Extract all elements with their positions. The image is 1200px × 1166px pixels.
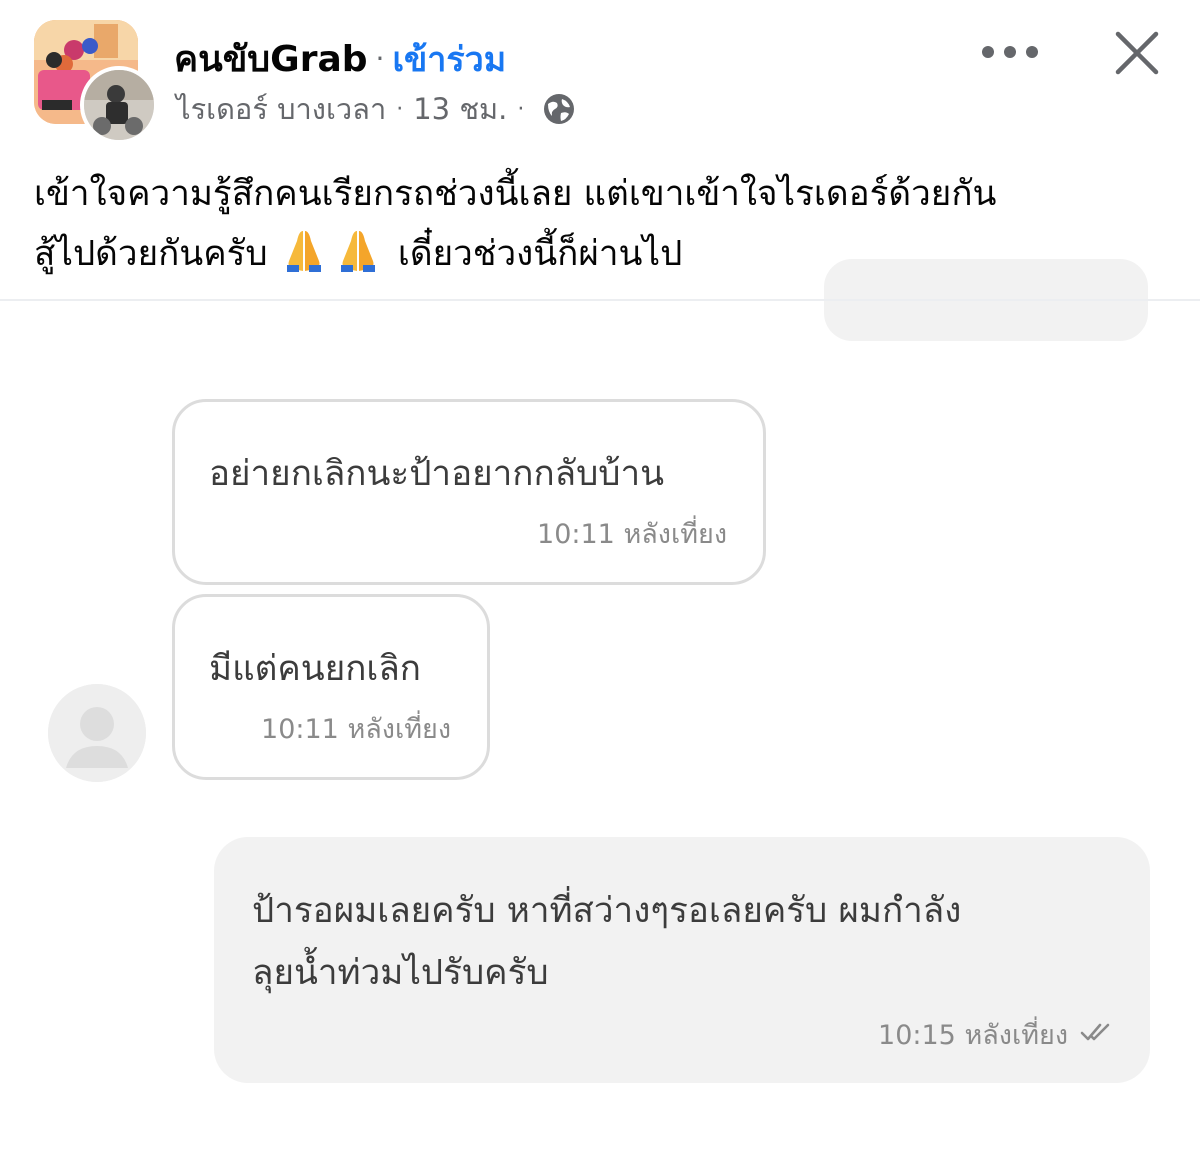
message-text: ป้ารอผมเลยครับ หาที่สว่างๆรอเลยครับ ผมกำ… xyxy=(252,891,962,931)
double-check-icon xyxy=(1080,1023,1110,1041)
message-time: 10:15 หลังเที่ยง xyxy=(878,1020,1068,1051)
author-avatar[interactable] xyxy=(80,66,158,144)
post-text-fragment: สู้ไปด้วยกันครับ xyxy=(34,234,268,274)
message-bubble-incoming[interactable]: อย่ายกเลิกนะป้าอยากกลับบ้าน 10:11 หลังเท… xyxy=(172,399,766,585)
message-text: อย่ายกเลิกนะป้าอยากกลับบ้าน xyxy=(209,454,665,494)
message-time: 10:11 หลังเที่ยง xyxy=(261,714,451,745)
post-text-line: เข้าใจความรู้สึกคนเรียกรถช่วงนี้เลย แต่เ… xyxy=(34,174,997,214)
folded-hands-icon xyxy=(286,231,321,272)
group-name[interactable]: คนขับGrab xyxy=(174,30,368,87)
author-avatar-photo xyxy=(84,70,154,140)
close-icon[interactable] xyxy=(1112,28,1162,78)
post-header: คนขับGrab · เข้าร่วม ไรเดอร์ บางเวลา · 1… xyxy=(0,0,1200,150)
chat-screenshot: อย่ายกเลิกนะป้าอยากกลับบ้าน 10:11 หลังเท… xyxy=(0,259,1200,1166)
message-text: ลุยน้ำท่วมไปรับครับ xyxy=(252,953,549,993)
message-text: มีแต่คนยกเลิก xyxy=(209,649,421,689)
post-text-fragment: เดี๋ยวช่วงนี้ก็ผ่านไป xyxy=(397,234,683,274)
message-time: 10:11 หลังเที่ยง xyxy=(537,519,727,550)
join-button[interactable]: เข้าร่วม xyxy=(392,32,506,86)
meta-separator: · xyxy=(396,96,404,122)
folded-hands-icon xyxy=(340,231,375,272)
divider xyxy=(0,299,1200,301)
more-options-icon[interactable] xyxy=(982,40,1038,64)
message-bubble-incoming[interactable]: มีแต่คนยกเลิก 10:11 หลังเที่ยง xyxy=(172,594,490,780)
message-bubble-outgoing[interactable]: ป้ารอผมเลยครับ หาที่สว่างๆรอเลยครับ ผมกำ… xyxy=(214,837,1150,1083)
meta-separator: · xyxy=(517,96,525,122)
default-user-icon xyxy=(48,684,146,782)
globe-icon xyxy=(544,94,575,124)
post-time[interactable]: 13 ชม. xyxy=(413,86,507,132)
contact-avatar[interactable] xyxy=(48,684,146,782)
author-name[interactable]: ไรเดอร์ บางเวลา xyxy=(176,86,386,132)
title-separator: · xyxy=(375,42,385,75)
